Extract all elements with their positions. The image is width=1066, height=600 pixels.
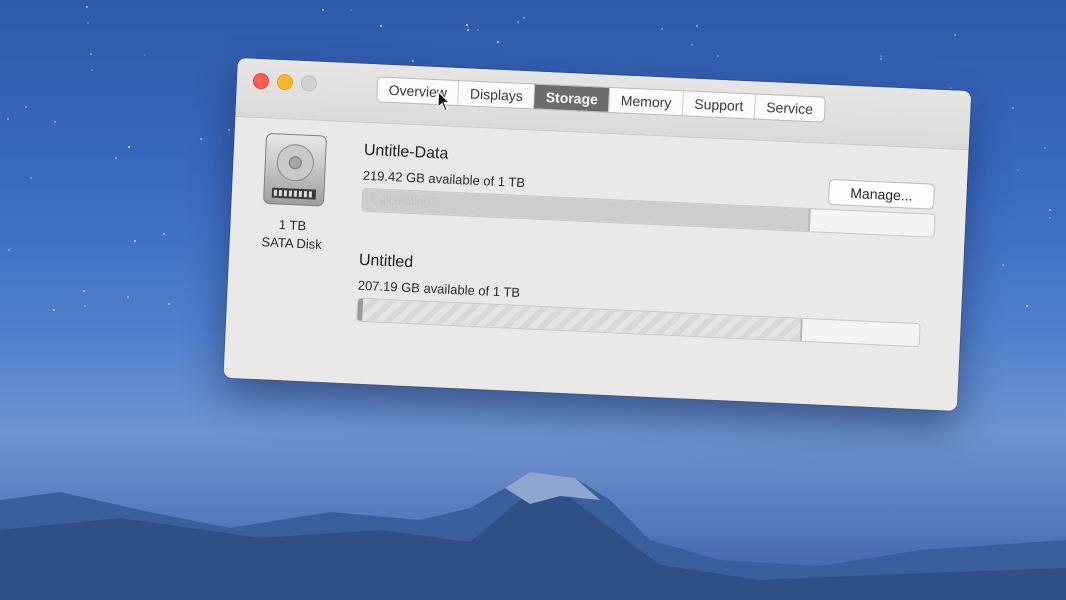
star: [1017, 169, 1019, 171]
star: [661, 28, 663, 30]
tab-memory[interactable]: Memory: [609, 87, 684, 116]
disk-size-label: 1 TB: [278, 217, 307, 234]
star: [880, 58, 882, 60]
star: [168, 303, 170, 305]
zoom-button[interactable]: [300, 74, 318, 92]
volume-1-available: 219.42 GB available of 1 TB: [362, 167, 526, 191]
star: [497, 41, 499, 43]
star: [87, 22, 89, 24]
volume-2-usage-bar: [356, 297, 921, 348]
star: [880, 55, 882, 57]
minimize-button[interactable]: [276, 73, 294, 91]
star: [467, 29, 469, 31]
star: [8, 249, 10, 251]
star: [200, 138, 202, 140]
mountain-silhouette: [0, 472, 1066, 600]
star: [1049, 209, 1051, 211]
star: [127, 296, 129, 298]
star: [25, 106, 27, 108]
hard-disk-icon: [263, 133, 327, 207]
star: [466, 24, 468, 26]
close-button[interactable]: [252, 72, 270, 90]
star: [691, 44, 693, 46]
volume-2-available: 207.19 GB available of 1 TB: [357, 277, 521, 301]
tab-storage[interactable]: Storage: [534, 84, 611, 112]
star: [144, 54, 146, 56]
star: [7, 118, 9, 120]
tab-displays[interactable]: Displays: [458, 81, 536, 109]
star: [477, 29, 479, 31]
volume-1-name: Untitle-Data: [363, 141, 449, 163]
star: [134, 240, 136, 242]
volume-2-name: Untitled: [358, 251, 414, 272]
star: [228, 129, 230, 131]
star: [950, 87, 952, 89]
star: [1049, 217, 1051, 219]
star: [115, 157, 117, 159]
system-info-window: Overview Displays Storage Memory Support…: [223, 58, 972, 411]
star: [696, 25, 698, 27]
mouse-pointer-icon: [437, 91, 451, 112]
disk-type-label: SATA Disk: [261, 234, 323, 252]
star: [83, 290, 85, 292]
star: [1044, 147, 1046, 149]
tab-service[interactable]: Service: [755, 95, 825, 122]
star: [90, 53, 92, 55]
star: [517, 21, 519, 23]
star: [163, 233, 165, 235]
star: [1002, 264, 1004, 266]
volume-2-usage-fill: [357, 298, 804, 341]
star: [954, 34, 956, 36]
star: [412, 60, 414, 62]
star: [380, 25, 382, 27]
star: [53, 309, 55, 311]
star: [30, 177, 32, 179]
star: [54, 121, 56, 123]
star: [86, 6, 88, 8]
star: [128, 146, 130, 148]
star: [322, 9, 324, 11]
star: [717, 55, 719, 57]
star: [350, 9, 352, 11]
star: [91, 69, 93, 71]
star: [1012, 107, 1014, 109]
tab-support[interactable]: Support: [682, 91, 756, 119]
star: [523, 17, 525, 19]
manage-button[interactable]: Manage...: [827, 178, 936, 210]
star: [84, 305, 86, 307]
star: [1026, 305, 1028, 307]
